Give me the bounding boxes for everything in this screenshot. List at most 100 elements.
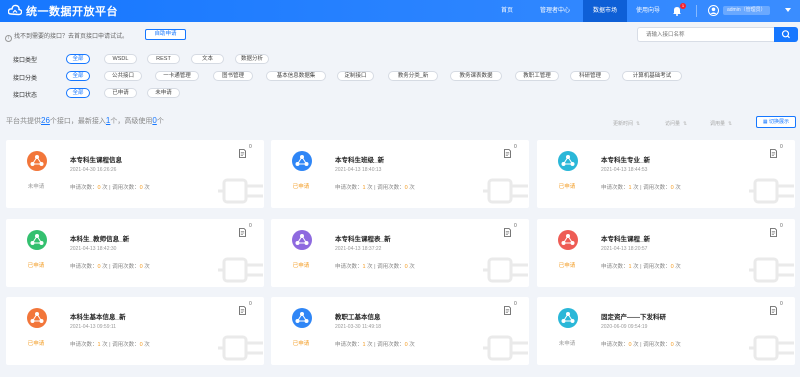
plug-watermark-icon [483,257,528,283]
category-chip-staff[interactable]: 教职工管理 [515,71,559,81]
apply-status: 已申请 [27,341,45,347]
apply-status: 未申请 [27,184,45,190]
apply-count-label: 申请次数： [70,185,98,191]
call-count-label: 调用次数： [112,264,140,270]
apply-count-label: 申请次数： [335,264,363,270]
category-chip-library[interactable]: 图书管理 [213,71,253,81]
status-chip-not-applied[interactable]: 未申请 [147,88,180,98]
document-icon[interactable] [239,228,246,237]
usage-stats: 申请次数：1 次 | 调用次数：0 次 [601,264,681,270]
category-chip-computer-exam[interactable]: 计算机基础考试 [622,71,682,81]
interface-card[interactable]: 本专科生专业_新 2021-04-13 18:44:53 已申请 申请次数：1 … [537,140,795,208]
top-navigation-bar: 统一数据开放平台 首页 管理者中心 数据市场 使用向导 1 admin（管理员） [0,0,800,22]
network-icon [30,155,44,166]
status-chip-applied[interactable]: 已申请 [104,88,137,98]
chevron-down-icon[interactable] [785,8,791,12]
nav-user-guide[interactable]: 使用向导 [627,0,669,22]
interface-title[interactable]: 教职工基本信息 [335,311,381,321]
sort-usage[interactable]: 调用量 ⇅ [710,120,732,127]
interface-title[interactable]: 本专科生专业_新 [601,154,650,164]
interface-title[interactable]: 固定资产——下发科研 [601,311,666,321]
type-chip-wsdl[interactable]: WSDL [104,54,137,64]
usage-stats: 申请次数：0 次 | 调用次数：0 次 [70,264,150,270]
document-icon[interactable] [504,228,511,237]
interface-card[interactable]: 本专科生班级_新 2021-04-13 18:40:13 已申请 申请次数：1 … [271,140,529,208]
username-label[interactable]: admin（管理员） [723,6,770,15]
category-chip-card[interactable]: 一卡通管理 [155,71,199,81]
call-count: 0 [670,264,674,270]
document-count: 0 [249,223,252,229]
document-icon[interactable] [770,306,777,315]
interface-card[interactable]: 本科生基本信息_新 2021-04-13 09:59:11 已申请 申请次数：1… [6,297,264,365]
network-icon [295,312,309,323]
interface-title[interactable]: 本科生_教师信息_新 [70,233,129,243]
interface-card[interactable]: 教职工基本信息 2021-03-30 11:49:18 已申请 申请次数：1 次… [271,297,529,365]
category-chip-academic[interactable]: 教务分类_新 [388,71,438,81]
interface-title[interactable]: 本专科生课程信息 [70,154,122,164]
apply-count: 1 [362,185,366,191]
category-chip-all[interactable]: 全部 [66,71,90,81]
sort-update-time[interactable]: 更新时间 ⇅ [613,120,640,127]
category-chip-basic-info[interactable]: 基本信息数据集 [266,71,326,81]
interface-title[interactable]: 本专科生班级_新 [335,154,384,164]
interface-avatar-icon [558,308,578,328]
self-apply-button[interactable]: 自助申请 [145,29,186,40]
switch-view-label: 切换展示 [769,119,790,125]
call-count-label: 调用次数： [112,185,140,191]
document-icon[interactable] [770,228,777,237]
interface-card[interactable]: 固定资产——下发科研 2020-06-09 09:54:19 未申请 申请次数：… [537,297,795,365]
interface-card[interactable]: 本专科生课程信息 2021-04-30 16:26:26 未申请 申请次数：0 … [6,140,264,208]
call-count: 0 [139,342,143,348]
interface-title[interactable]: 本科生基本信息_新 [70,311,126,321]
search-button[interactable] [774,27,798,42]
plug-watermark-icon [483,335,528,361]
cloud-logo-icon [8,4,22,16]
interface-date: 2021-04-13 18:44:53 [601,167,648,173]
apply-count-label: 申请次数： [601,342,629,348]
apply-count-unit: 次 [102,185,108,191]
category-chip-public[interactable]: 公共接口 [104,71,142,81]
interface-title[interactable]: 本专科生课程_新 [601,233,650,243]
document-count: 0 [514,301,517,307]
plug-watermark-icon [749,257,794,283]
category-chip-research[interactable]: 科研管理 [570,71,610,81]
nav-data-market[interactable]: 数据市场 [583,0,627,22]
apply-count-label: 申请次数： [335,342,363,348]
interface-card[interactable]: 本专科生课程表_新 2021-04-13 18:37:22 已申请 申请次数：1… [271,219,529,287]
sort-access[interactable]: 访问量 ⇅ [665,120,687,127]
status-chip-all[interactable]: 全部 [66,88,90,98]
document-icon[interactable] [504,149,511,158]
interface-card[interactable]: 本专科生课程_新 2021-04-13 18:20:57 已申请 申请次数：1 … [537,219,795,287]
call-count: 0 [139,264,143,270]
usage-stats: 申请次数：1 次 | 调用次数：0 次 [335,342,415,348]
interface-card[interactable]: 本科生_教师信息_新 2021-04-13 18:42:30 已申请 申请次数：… [6,219,264,287]
category-chip-custom[interactable]: 定制接口 [337,71,374,81]
search-input[interactable] [637,27,774,42]
nav-home[interactable]: 首页 [487,0,527,22]
type-chip-analysis[interactable]: 数据分析 [235,54,269,64]
call-count: 0 [404,264,408,270]
type-chip-all[interactable]: 全部 [66,54,90,64]
document-icon[interactable] [239,149,246,158]
apply-count: 1 [362,264,366,270]
category-chip-schedule[interactable]: 教务课表数据 [450,71,502,81]
interface-avatar-icon [558,230,578,250]
interface-title[interactable]: 本专科生课程表_新 [335,233,391,243]
switch-view-button[interactable]: ▦ 切换展示 [756,116,796,128]
call-count-label: 调用次数： [643,264,671,270]
user-avatar-icon[interactable] [708,5,719,16]
document-icon[interactable] [239,306,246,315]
nav-manager-center[interactable]: 管理者中心 [527,0,583,22]
interface-date: 2020-06-09 09:54:19 [601,324,648,330]
interface-date: 2021-04-13 18:40:13 [335,167,382,173]
type-chip-rest[interactable]: REST [147,54,180,64]
filter-label-category: 接口分类 [13,76,38,82]
type-chip-text[interactable]: 文本 [191,54,224,64]
document-count: 0 [780,144,783,150]
call-count: 0 [404,185,408,191]
call-count-unit: 次 [144,342,150,348]
document-icon[interactable] [770,149,777,158]
apply-hint: i 找不到需要的接口？去首页接口申请试试。 [5,31,128,42]
apply-count: 1 [628,264,632,270]
document-icon[interactable] [504,306,511,315]
